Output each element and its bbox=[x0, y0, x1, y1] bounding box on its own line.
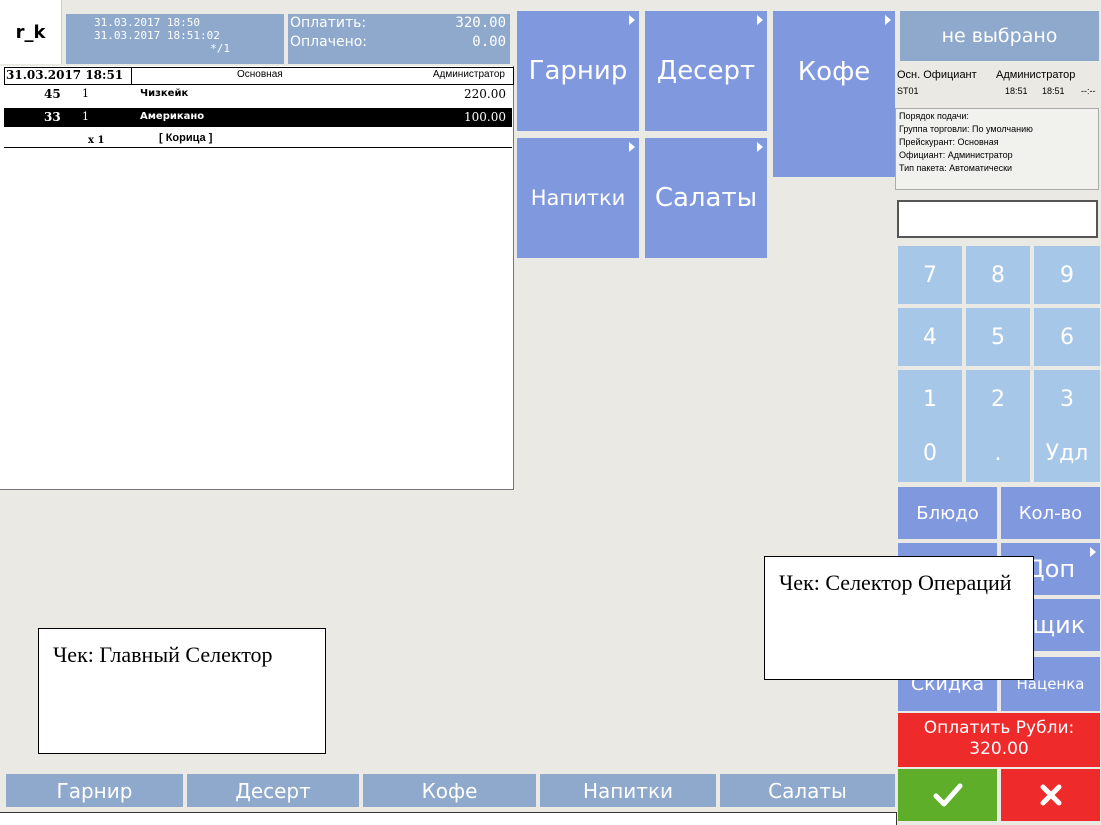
order-dates-panel: 31.03.2017 18:50 31.03.2017 18:51:02 */1 bbox=[66, 14, 284, 64]
key-7[interactable]: 7 bbox=[898, 246, 962, 304]
main-waiter-value: Администратор bbox=[996, 69, 1076, 81]
submenu-arrow-icon bbox=[629, 142, 635, 152]
numeric-input[interactable] bbox=[897, 200, 1098, 238]
current-date: 31.03.2017 18:51:02 bbox=[94, 29, 220, 42]
guest-selector[interactable]: не выбрано bbox=[900, 11, 1099, 61]
category-label: Салаты bbox=[654, 183, 758, 213]
checkmark-icon bbox=[933, 783, 962, 807]
submenu-arrow-icon bbox=[885, 15, 891, 25]
bottom-status-bar bbox=[0, 812, 897, 825]
check-item-row-selected[interactable]: 33 1 Американо 100.00 bbox=[4, 108, 512, 127]
item-price: 220.00 bbox=[464, 87, 506, 101]
info-line: Группа торговли: По умолчанию bbox=[899, 124, 1033, 134]
confirm-button[interactable] bbox=[898, 769, 997, 821]
close-icon bbox=[1040, 784, 1061, 806]
time-open: 18:51 bbox=[1005, 86, 1028, 96]
item-name: Чизкейк bbox=[140, 88, 189, 99]
callout-main-selector: Чек: Главный Селектор bbox=[38, 628, 326, 754]
pay-rubles-button[interactable]: Оплатить Рубли: 320.00 bbox=[898, 713, 1100, 767]
cancel-button[interactable] bbox=[1001, 769, 1100, 821]
payment-summary: Оплатить: 320.00 Оплачено: 0.00 bbox=[288, 14, 510, 64]
callout-operations-selector: Чек: Селектор Операций bbox=[764, 556, 1034, 680]
key-delete[interactable]: Удл bbox=[1034, 424, 1100, 482]
check-date: 31.03.2017 18:51 bbox=[6, 68, 124, 82]
order-open-date: 31.03.2017 18:50 bbox=[94, 16, 200, 29]
to-pay-value: 320.00 bbox=[455, 15, 506, 31]
order-info-box: Порядок подачи: Группа торговли: По умол… bbox=[895, 108, 1099, 190]
guest-counter: */1 bbox=[210, 42, 230, 55]
tab-coffee[interactable]: Кофе bbox=[363, 774, 536, 807]
dish-button[interactable]: Блюдо bbox=[898, 487, 997, 539]
category-label: Десерт bbox=[656, 56, 756, 86]
paid-value: 0.00 bbox=[472, 34, 506, 50]
tab-drinks[interactable]: Напитки bbox=[540, 774, 716, 807]
item-qty: 1 bbox=[82, 87, 89, 100]
tab-garnish[interactable]: Гарнир bbox=[6, 774, 183, 807]
key-9[interactable]: 9 bbox=[1034, 246, 1100, 304]
tab-salads[interactable]: Салаты bbox=[720, 774, 895, 807]
tab-dessert[interactable]: Десерт bbox=[187, 774, 359, 807]
key-8[interactable]: 8 bbox=[966, 246, 1030, 304]
to-pay-label: Оплатить: bbox=[290, 15, 367, 31]
check-main-selector[interactable]: 31.03.2017 18:51 Основная Администратор … bbox=[0, 66, 514, 490]
pay-amount: 320.00 bbox=[969, 739, 1029, 759]
key-4[interactable]: 4 bbox=[898, 308, 962, 366]
check-item-row[interactable]: 45 1 Чизкейк 220.00 bbox=[4, 85, 512, 104]
app-logo: r_k bbox=[0, 0, 62, 64]
submenu-arrow-icon bbox=[629, 15, 635, 25]
info-line: Порядок подачи: bbox=[899, 111, 969, 121]
category-label: Напитки bbox=[530, 186, 626, 210]
category-label: Гарнир bbox=[528, 56, 628, 86]
submenu-arrow-icon bbox=[1090, 547, 1096, 557]
time-now: 18:51 bbox=[1042, 86, 1065, 96]
main-waiter-label: Осн. Официант bbox=[897, 69, 977, 81]
quantity-button[interactable]: Кол-во bbox=[1001, 487, 1100, 539]
check-menu: Основная bbox=[237, 69, 283, 80]
key-0[interactable]: 0 bbox=[898, 424, 962, 482]
station-id: ST01 bbox=[897, 86, 919, 96]
key-5[interactable]: 5 bbox=[966, 308, 1030, 366]
info-line: Официант: Администратор bbox=[899, 150, 1013, 160]
category-tile-garnish[interactable]: Гарнир bbox=[517, 11, 639, 131]
key-2[interactable]: 2 bbox=[966, 370, 1030, 428]
modifier-qty: x 1 bbox=[88, 135, 105, 146]
waiter-info: Осн. Официант Администратор ST01 18:51 1… bbox=[895, 66, 1099, 108]
key-6[interactable]: 6 bbox=[1034, 308, 1100, 366]
item-qty: 1 bbox=[82, 110, 89, 123]
key-dot[interactable]: . bbox=[966, 424, 1030, 482]
modifier-name: [ Корица ] bbox=[159, 132, 213, 144]
info-line: Тип пакета: Автоматически bbox=[899, 163, 1013, 173]
time-extra: --:-- bbox=[1081, 86, 1096, 96]
category-tile-salads[interactable]: Салаты bbox=[645, 138, 767, 258]
check-header: 31.03.2017 18:51 Основная Администратор bbox=[4, 67, 514, 85]
info-line: Прейскурант: Основная bbox=[899, 137, 999, 147]
category-label: Кофе bbox=[797, 57, 871, 87]
item-price: 100.00 bbox=[464, 110, 506, 124]
category-tile-drinks[interactable]: Напитки bbox=[517, 138, 639, 258]
item-code: 33 bbox=[44, 110, 61, 124]
item-name: Американо bbox=[140, 111, 205, 122]
submenu-arrow-icon bbox=[757, 142, 763, 152]
pay-label: Оплатить Рубли: bbox=[923, 718, 1075, 738]
key-3[interactable]: 3 bbox=[1034, 370, 1100, 428]
category-tile-coffee[interactable]: Кофе bbox=[773, 11, 895, 177]
item-code: 45 bbox=[44, 87, 61, 101]
modifier-divider bbox=[4, 147, 512, 148]
check-waiter: Администратор bbox=[432, 69, 505, 80]
check-modifier-row[interactable]: x 1 [ Корица ] bbox=[4, 132, 512, 148]
paid-label: Оплачено: bbox=[290, 34, 368, 50]
category-tile-dessert[interactable]: Десерт bbox=[645, 11, 767, 131]
submenu-arrow-icon bbox=[757, 15, 763, 25]
key-1[interactable]: 1 bbox=[898, 370, 962, 428]
